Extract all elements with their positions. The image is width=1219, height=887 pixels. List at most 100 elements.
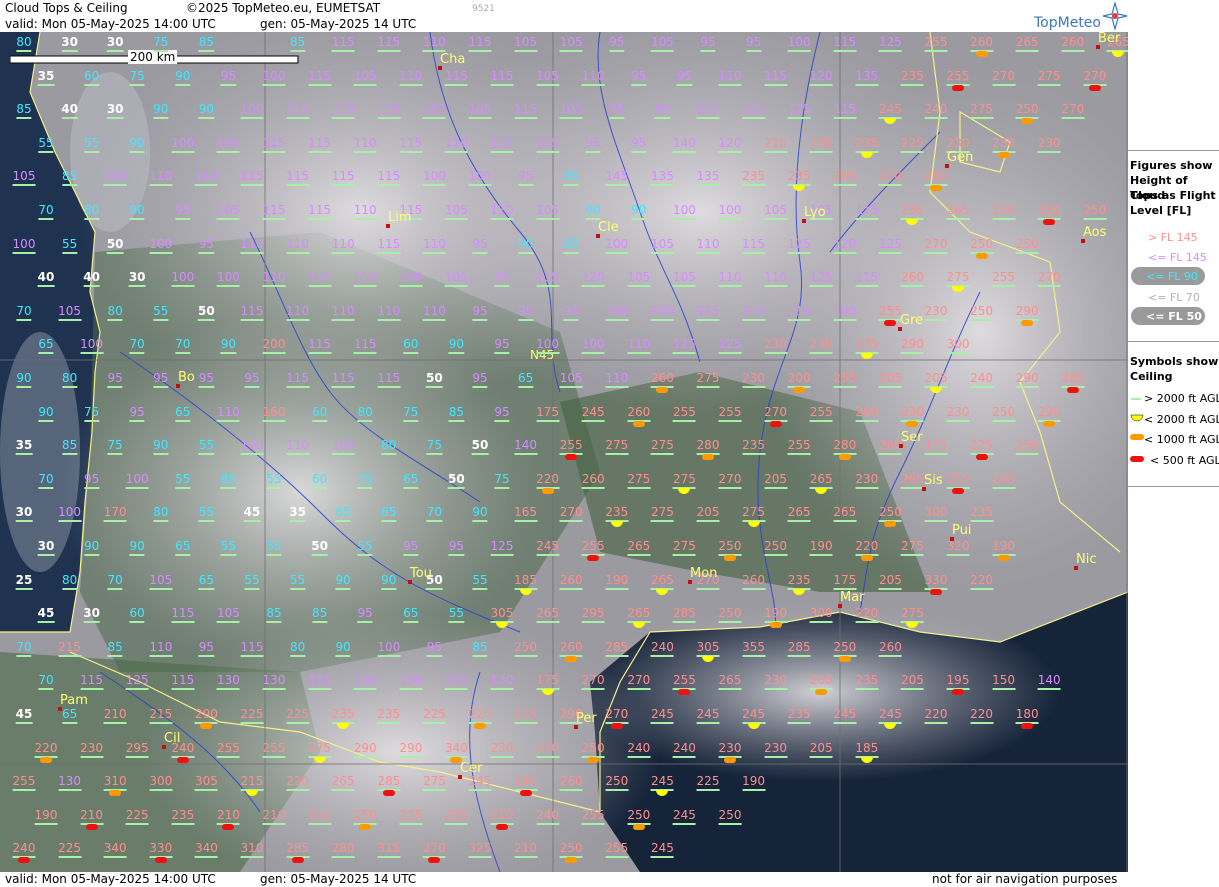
cloud-top-label: 95: [676, 69, 693, 86]
satellite-map[interactable]: 200 km N45 80 30 30 75 85 85 115 115 110 115 105 10…: [0, 32, 1129, 872]
ceiling-marker-high: [764, 285, 788, 288]
cloud-top-label: 90: [472, 506, 488, 523]
cloud-top-label: 115: [171, 607, 195, 624]
ceiling-symbol: [382, 790, 395, 797]
cloud-top-label: 240: [12, 842, 36, 859]
image-code: 9521: [472, 4, 495, 14]
ceiling-marker-high: [83, 554, 100, 556]
cloud-top-label: 280: [331, 842, 355, 859]
cloud-top-label: 110: [764, 271, 788, 288]
cloud-top-label: 210: [103, 708, 127, 724]
cloud-top-label: 85: [448, 405, 465, 422]
cloud-top-label: 100: [80, 338, 104, 355]
cloud-top-label: 205: [878, 573, 902, 590]
ceiling-marker-high: [855, 486, 879, 489]
ceiling-marker-high: [153, 117, 169, 120]
cloud-top-label: 80: [357, 405, 373, 422]
cloud-top-label: 270: [627, 674, 651, 691]
ceiling-marker-high: [149, 184, 173, 187]
ceiling-marker-high: [650, 184, 674, 187]
cloud-top-label: 125: [878, 237, 902, 254]
cloud-top-label: 290: [399, 741, 423, 758]
ceiling-marker-high: [559, 50, 583, 52]
cloud-top-label: 105: [216, 607, 240, 624]
ceiling-marker-high: [490, 150, 514, 153]
ceiling-marker-high: [16, 50, 32, 52]
cloud-top-label: 255: [878, 304, 902, 321]
ceiling-marker-high: [563, 184, 579, 187]
ceiling-marker-high: [605, 856, 629, 859]
ceiling-marker-high: [605, 453, 629, 456]
cloud-top-label: 125: [125, 674, 149, 691]
footer-valid-time: valid: Mon 05-May-2025 14:00 UTC: [5, 872, 216, 886]
ceiling-marker-high: [353, 83, 377, 86]
cloud-top-label: 75: [153, 36, 169, 52]
cloud-top-label: 230: [80, 741, 104, 758]
cloud-top-label: 115: [377, 103, 401, 120]
ceiling-marker-high: [742, 251, 766, 254]
ceiling-marker-high: [220, 554, 237, 556]
cloud-top-label: 105: [536, 69, 560, 86]
ceiling-marker-high: [672, 822, 696, 825]
ceiling-marker-high: [377, 117, 401, 120]
cloud-top-label: 250: [559, 842, 583, 859]
ceiling-marker-high: [216, 419, 240, 422]
ceiling-marker-high: [266, 554, 282, 556]
ceiling-marker-high: [129, 621, 145, 624]
cloud-top-label: 55: [83, 136, 100, 153]
ceiling-marker-high: [286, 117, 310, 120]
ceiling-marker-high: [175, 83, 191, 86]
cloud-top-label: 115: [833, 103, 857, 120]
cloud-top-label: 55: [175, 472, 191, 489]
cloud-top-label: 120: [718, 136, 742, 153]
cloud-top-label: 80: [289, 640, 306, 657]
ceiling-marker-high: [444, 83, 468, 86]
ceiling-marker-high: [153, 386, 169, 388]
cloud-top-label: 100: [672, 204, 696, 220]
cloud-top-label: 90: [175, 69, 191, 86]
cloud-top-label: 235: [855, 674, 879, 691]
cloud-top-label: 270: [536, 741, 560, 758]
ceiling-marker-high: [80, 755, 104, 758]
cloud-top-label: 30: [61, 36, 78, 52]
ceiling-marker-high: [970, 520, 994, 523]
ceiling-marker-high: [764, 352, 788, 355]
cloud-top-label: 215: [240, 775, 264, 792]
ceiling-marker-high: [83, 285, 100, 288]
ceiling-marker-high: [38, 419, 54, 422]
cloud-top-label: 95: [357, 607, 373, 624]
city-label: Ber: [1098, 32, 1121, 46]
ceiling-marker-high: [581, 822, 605, 825]
cloud-top-label: 250: [718, 808, 742, 825]
cloud-top-label: 315: [377, 842, 401, 859]
cloud-top-label: 255: [809, 405, 833, 422]
ceiling-marker-high: [672, 554, 696, 556]
cloud-top-label: 95: [472, 372, 488, 388]
ceiling-marker-high: [266, 486, 282, 489]
ceiling-marker-high: [175, 352, 191, 355]
city-label: Per: [576, 711, 597, 726]
ceiling-marker-high: [970, 318, 994, 321]
ceiling-marker-high: [240, 722, 264, 724]
cloud-top-label: 210: [308, 808, 332, 825]
ceiling-marker-high: [627, 352, 651, 355]
cloud-top-label: 80: [61, 573, 78, 590]
ceiling-marker-high: [444, 218, 468, 220]
ceiling-marker-high: [153, 50, 169, 52]
ceiling-marker-high: [61, 251, 78, 254]
ceiling-marker-high: [924, 251, 948, 254]
ceiling-marker-high: [357, 554, 373, 556]
cloud-top-label: 205: [764, 472, 788, 489]
ceiling-marker-high: [536, 218, 560, 220]
ceiling-marker-high: [1015, 251, 1039, 254]
ceiling-marker-high: [700, 50, 716, 52]
cloud-top-label: 225: [240, 708, 264, 724]
cloud-top-label: 210: [216, 808, 240, 825]
ceiling-marker-high: [448, 419, 465, 422]
ceiling-marker-high: [262, 755, 286, 758]
legend-fl-le145: <= FL 145: [1148, 251, 1207, 264]
cloud-top-label: 225: [422, 708, 446, 724]
cloud-top-label: 110: [194, 170, 218, 187]
ceiling-marker-high: [878, 50, 902, 52]
ceiling-marker-high: [15, 587, 33, 590]
